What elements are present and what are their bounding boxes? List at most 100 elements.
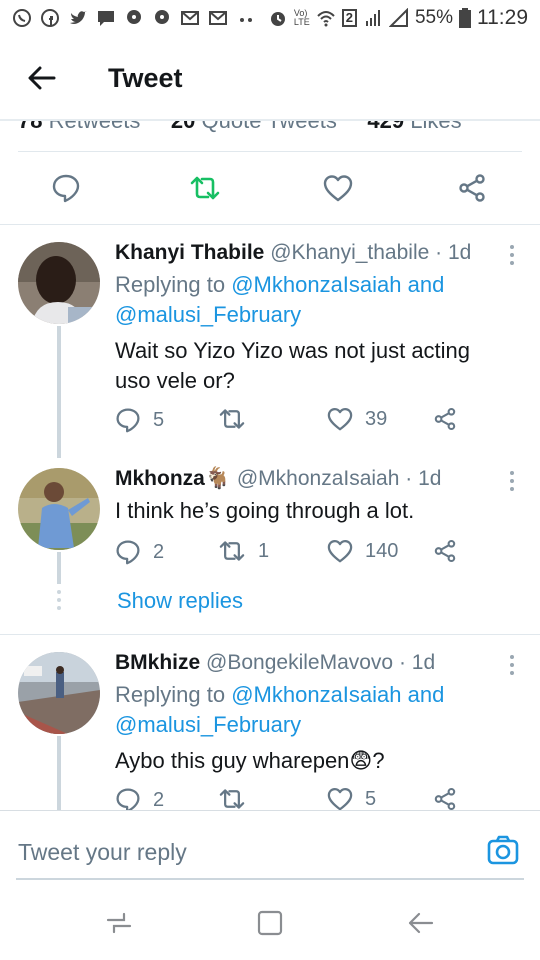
like-count: 140: [365, 539, 399, 562]
thread-line: [57, 326, 61, 458]
handle[interactable]: @Khanyi_thabile: [270, 241, 429, 264]
retweet-button[interactable]: [187, 170, 223, 206]
like-button[interactable]: 140: [327, 539, 398, 563]
recent-apps-icon: [106, 912, 132, 934]
reply-count: 5: [153, 408, 165, 431]
share-icon: [434, 787, 456, 811]
recent-apps-button[interactable]: [102, 906, 136, 940]
reply-count: 2: [153, 540, 165, 563]
thread-dots: [57, 590, 61, 610]
facebook-icon: [41, 9, 59, 27]
like-button[interactable]: [320, 170, 356, 206]
display-name[interactable]: Mkhonza: [115, 467, 205, 490]
system-indicators: Vo) LTE 2 55% 11:29: [268, 6, 528, 30]
home-icon: [257, 910, 283, 936]
share-button[interactable]: [433, 787, 457, 811]
reply-button[interactable]: 5: [115, 407, 164, 433]
reply-count: 2: [153, 788, 165, 811]
battery-percent: 55%: [414, 7, 453, 28]
mention-link[interactable]: @MkhonzaIsaiah: [231, 272, 401, 297]
reply-icon: [52, 174, 80, 203]
retweet-icon: [190, 176, 220, 200]
reply-tweet[interactable]: Mkhonza🐐 @MkhonzaIsaiah · 1d I think he’…: [0, 466, 540, 626]
share-button[interactable]: [433, 539, 457, 563]
reply-action-bar: 5 39: [115, 407, 475, 437]
mention-link[interactable]: @malusi_February: [115, 302, 301, 327]
mention-link[interactable]: @MkhonzaIsaiah: [231, 682, 401, 707]
messenger-icon: [127, 10, 141, 24]
messenger-icon-2: [155, 10, 169, 24]
more-options-button[interactable]: [502, 242, 522, 268]
replying-prefix: Replying to: [115, 682, 226, 707]
reply-composer[interactable]: Tweet your reply: [0, 810, 540, 882]
like-button[interactable]: 39: [327, 407, 387, 431]
signal-icon-2: [388, 8, 408, 27]
heart-icon: [327, 408, 353, 431]
reply-body: BMkhize @BongekileMavovo · 1d Replying t…: [115, 650, 500, 776]
retweet-button[interactable]: [218, 407, 258, 431]
reply-input[interactable]: Tweet your reply: [18, 839, 187, 866]
handle[interactable]: @BongekileMavovo: [206, 651, 393, 674]
like-count: 39: [365, 407, 388, 430]
avatar-image: [18, 652, 100, 734]
avatar-image: [18, 242, 100, 324]
mention-and[interactable]: and: [408, 682, 445, 707]
gmail-icon-2: [209, 11, 227, 25]
more-options-button[interactable]: [502, 652, 522, 678]
replies-divider: [0, 224, 540, 225]
text-emoji: 😨: [349, 748, 373, 773]
replying-to: Replying to @MkhonzaIsaiah and @malusi_F…: [115, 270, 500, 330]
like-button[interactable]: 5: [327, 787, 376, 811]
back-button[interactable]: [22, 58, 62, 98]
reply-text-main: Aybo this guy wharepen: [115, 748, 350, 773]
clock: 11:29: [477, 6, 528, 29]
chat-icon: [98, 11, 114, 26]
page-title: Tweet: [108, 62, 183, 93]
back-icon: [408, 912, 434, 934]
reply-header: Khanyi Thabile @Khanyi_thabile · 1d: [115, 240, 500, 266]
reply-icon: [116, 540, 140, 565]
retweet-icon: [219, 541, 245, 561]
network-badge: 2: [341, 9, 357, 27]
reply-divider: [0, 634, 540, 635]
display-name[interactable]: Khanyi Thabile: [115, 241, 264, 264]
twitter-icon: [70, 11, 87, 24]
heart-icon: [327, 540, 353, 563]
status-bar: Vo) LTE 2 55% 11:29: [0, 0, 540, 36]
camera-button[interactable]: [486, 833, 520, 867]
reply-button[interactable]: [48, 170, 84, 206]
avatar[interactable]: [18, 468, 100, 550]
retweet-icon: [219, 789, 245, 809]
retweet-button[interactable]: 1: [218, 539, 269, 563]
wifi-icon: [317, 11, 335, 27]
name-emoji: 🐐: [204, 467, 231, 490]
mention-and[interactable]: and: [408, 272, 445, 297]
thread-line: [57, 736, 61, 816]
timestamp: · 1d: [398, 651, 436, 674]
gmail-icon: [181, 11, 199, 25]
display-name[interactable]: BMkhize: [115, 651, 200, 674]
avatar[interactable]: [18, 652, 100, 734]
timestamp: · 1d: [405, 467, 442, 490]
thread-line: [57, 552, 61, 584]
avatar[interactable]: [18, 242, 100, 324]
mention-link[interactable]: @malusi_February: [115, 712, 301, 737]
reply-header: BMkhize @BongekileMavovo · 1d: [115, 650, 500, 676]
reply-tweet[interactable]: BMkhize @BongekileMavovo · 1d Replying t…: [0, 650, 540, 816]
retweet-icon: [219, 409, 245, 429]
alarm-icon: [270, 12, 285, 26]
home-button[interactable]: [253, 906, 287, 940]
handle[interactable]: @MkhonzaIsaiah: [237, 467, 400, 490]
reply-action-bar: 2 1 140: [115, 539, 475, 569]
retweet-button[interactable]: [218, 787, 258, 811]
reply-button[interactable]: 2: [115, 539, 164, 565]
more-options-button[interactable]: [502, 468, 522, 494]
heart-icon: [323, 175, 353, 202]
reply-body: Khanyi Thabile @Khanyi_thabile · 1d Repl…: [115, 240, 500, 396]
reply-tweet[interactable]: Khanyi Thabile @Khanyi_thabile · 1d Repl…: [0, 240, 540, 458]
system-back-button[interactable]: [404, 906, 438, 940]
share-button[interactable]: [433, 407, 457, 431]
notification-icons: [12, 8, 256, 28]
share-button[interactable]: [454, 170, 490, 206]
show-replies-link[interactable]: Show replies: [117, 588, 243, 614]
